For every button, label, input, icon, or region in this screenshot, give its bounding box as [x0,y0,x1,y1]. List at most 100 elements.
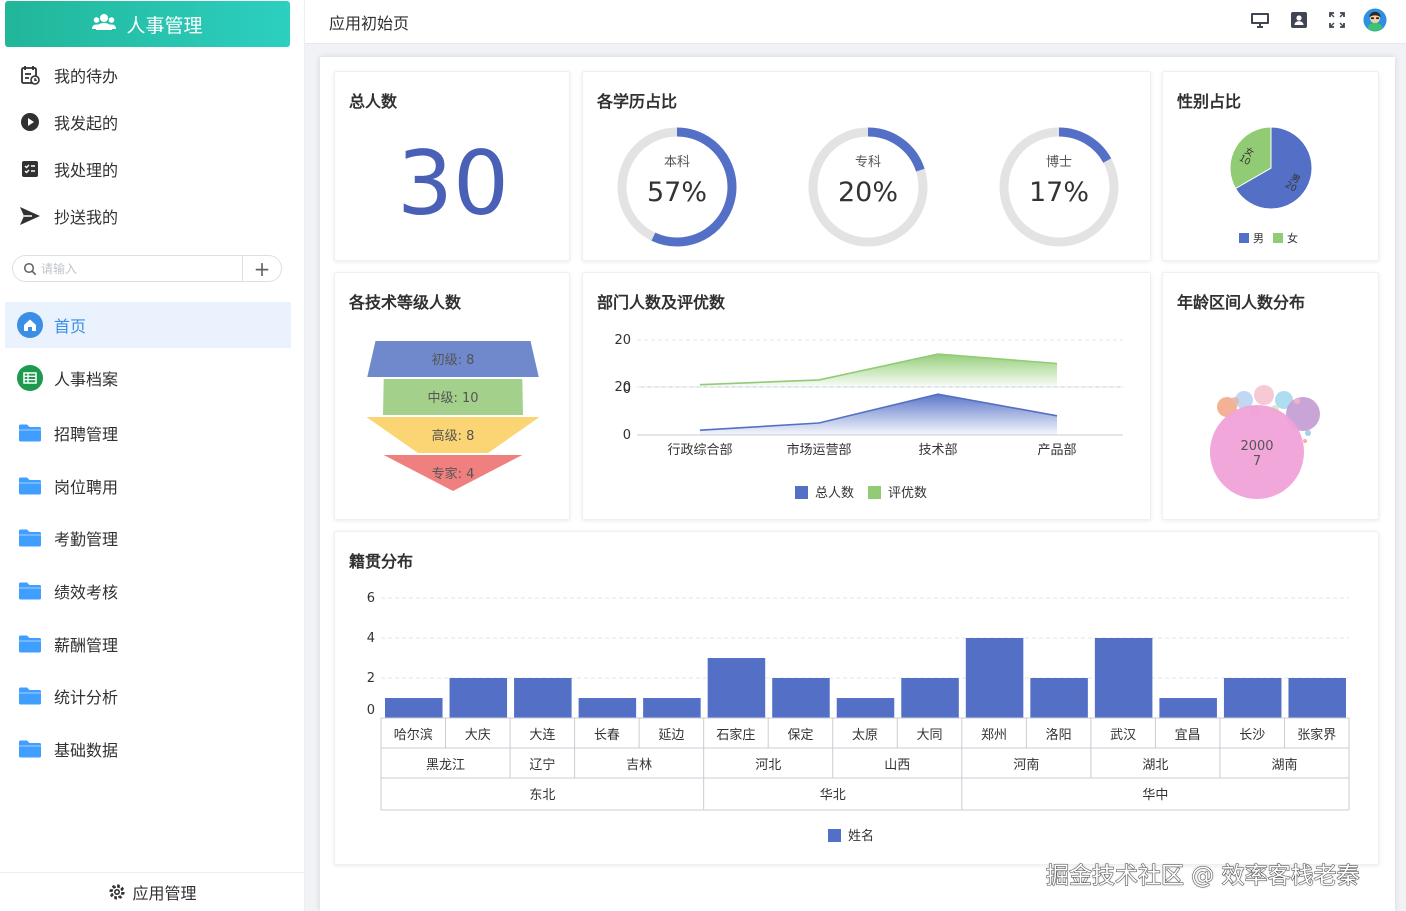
funnel-label: 中级: 10 [427,391,478,406]
card-origin: 籍贯分布 6 4 2 0 哈尔滨 大庆 大连 长春 延边 石家庄 保定 太原 大同 郑州 洛阳 武汉 宜昌 长沙张… [334,531,1379,865]
avatar[interactable] [1363,8,1387,32]
origin-bar-chart: 6 4 2 0 哈尔滨 大庆 大连 长春 延边 石家庄 保定 太原 大同 郑州 洛阳 武汉 宜昌 长沙 张家界黑龙江… [367,591,1350,844]
legend-swatch [1239,233,1249,243]
group-label: 山西 [884,758,910,773]
nav-item-personnel-files[interactable]: 人事档案 [5,355,291,401]
add-button[interactable]: + [243,256,281,281]
gear-icon [108,883,126,901]
bar [1159,698,1217,718]
bubble-label: 7 [1253,454,1261,469]
bar [514,678,572,718]
brand-label: 人事管理 [126,14,203,37]
nav-item-home[interactable]: 首页 [5,302,291,348]
nav-item-position[interactable]: 岗位聘用 [5,463,291,509]
quick-item-label: 我发起的 [54,114,119,133]
y-tick-label: 0 [367,703,375,718]
y-tick-label: 0 [623,428,631,443]
quick-item-cc[interactable]: 抄送我的 [18,201,118,231]
department-area-chart: 200200行政综合部 市场运营部 技术部 产品部总人数 评优数 [614,333,1123,501]
users-icon [92,13,117,36]
card-total-count: 总人数 30 [334,71,570,261]
bar [707,658,766,718]
checklist-icon [18,157,42,181]
search-input[interactable] [41,260,241,278]
bar [965,638,1024,718]
tech-level-funnel: 初级: 8 中级: 10 高级: 8 专家: 4 [366,341,540,491]
legend-swatch [868,486,881,499]
legend-swatch [795,486,808,499]
group-label: 东北 [529,788,555,803]
send-icon [18,204,42,228]
bar [901,678,959,718]
gauge-value: 57% [647,177,707,208]
y-tick-label: 6 [367,591,375,606]
x-tick-label: 市场运营部 [786,442,851,458]
card-department: 部门人数及评优数 20 0 20 0 行政综合部 市场运营部 技术部 产品部 总人数 评优数 [582,272,1151,520]
group-label: 华中 [1142,788,1168,803]
age-bubble [1303,439,1307,443]
nav-item-performance[interactable]: 绩效考核 [5,568,291,614]
top-bar: 应用初始页 [305,0,1406,44]
nav-item-label: 人事档案 [54,370,119,389]
x-tick-label: 太原 [852,728,878,743]
quick-item-handled[interactable]: 我处理的 [18,154,118,184]
bar [1223,678,1282,718]
app-management-button[interactable]: 应用管理 [0,872,305,911]
watermark: 掘金技术社区 @ 效率客栈老秦 [1046,863,1361,890]
contact-card-icon[interactable] [1287,8,1311,32]
bar [385,698,443,718]
dashboard-panel: 总人数 30 各学历占比 本科 57% 专科 20% 博士 17% 性别占比 男 20 女 10… [320,57,1395,911]
quick-item-label: 抄送我的 [54,208,119,227]
folder-icon [17,683,43,709]
gauge-value: 20% [838,177,898,208]
fullscreen-icon[interactable] [1325,8,1349,32]
nav-item-attendance[interactable]: 考勤管理 [5,515,291,561]
card-education: 各学历占比 本科 57% 专科 20% 博士 17% [582,71,1151,261]
card-age: 年龄区间人数分布 2000 7 [1162,272,1379,520]
group-label: 华北 [820,788,846,803]
x-tick-label: 大同 [917,728,943,743]
nav-item-label: 考勤管理 [54,530,119,549]
x-tick-label: 行政综合部 [667,443,732,458]
x-tick-label: 宜昌 [1175,728,1201,743]
series-area [700,394,1057,435]
x-tick-label: 郑州 [981,728,1007,743]
nav-item-label: 招聘管理 [54,425,119,444]
bar [578,698,637,718]
legend-label: 评优数 [888,486,927,501]
legend-label: 女 [1287,231,1298,245]
age-bubble [1305,430,1311,436]
bar [1288,678,1346,718]
bar [643,698,701,718]
gauge-label: 专科 [855,155,881,170]
quick-item-todo[interactable]: 我的待办 [18,60,118,90]
funnel-label: 高级: 8 [432,428,475,444]
nav-item-statistics[interactable]: 统计分析 [5,673,291,719]
age-bubble [1254,385,1274,405]
y-tick-label: 20 [614,380,631,395]
x-tick-label: 产品部 [1037,443,1076,458]
monitor-icon[interactable] [1248,8,1272,32]
age-bubble [1231,397,1239,405]
x-tick-label: 洛阳 [1046,728,1072,743]
legend-swatch [828,829,841,842]
nav-item-salary[interactable]: 薪酬管理 [5,621,291,667]
nav-item-basic-data[interactable]: 基础数据 [5,726,291,772]
folder-icon [17,631,43,657]
nav-item-label: 岗位聘用 [54,478,119,497]
legend-label: 男 [1253,232,1264,245]
bar [1094,638,1153,718]
x-tick-label: 技术部 [918,443,957,458]
y-tick-label: 2 [367,671,375,686]
nav-item-label: 薪酬管理 [54,636,119,655]
nav-item-recruitment[interactable]: 招聘管理 [5,410,291,456]
quick-item-initiated[interactable]: 我发起的 [18,107,118,137]
x-tick-label: 延边 [658,728,684,743]
funnel-label: 初级: 8 [432,353,475,368]
gauge-label: 本科 [664,155,690,170]
bar [772,678,830,718]
x-tick-label: 长春 [594,728,620,743]
page-title: 应用初始页 [329,14,410,33]
app-brand[interactable]: 人事管理 [5,1,290,47]
play-icon [18,110,42,134]
